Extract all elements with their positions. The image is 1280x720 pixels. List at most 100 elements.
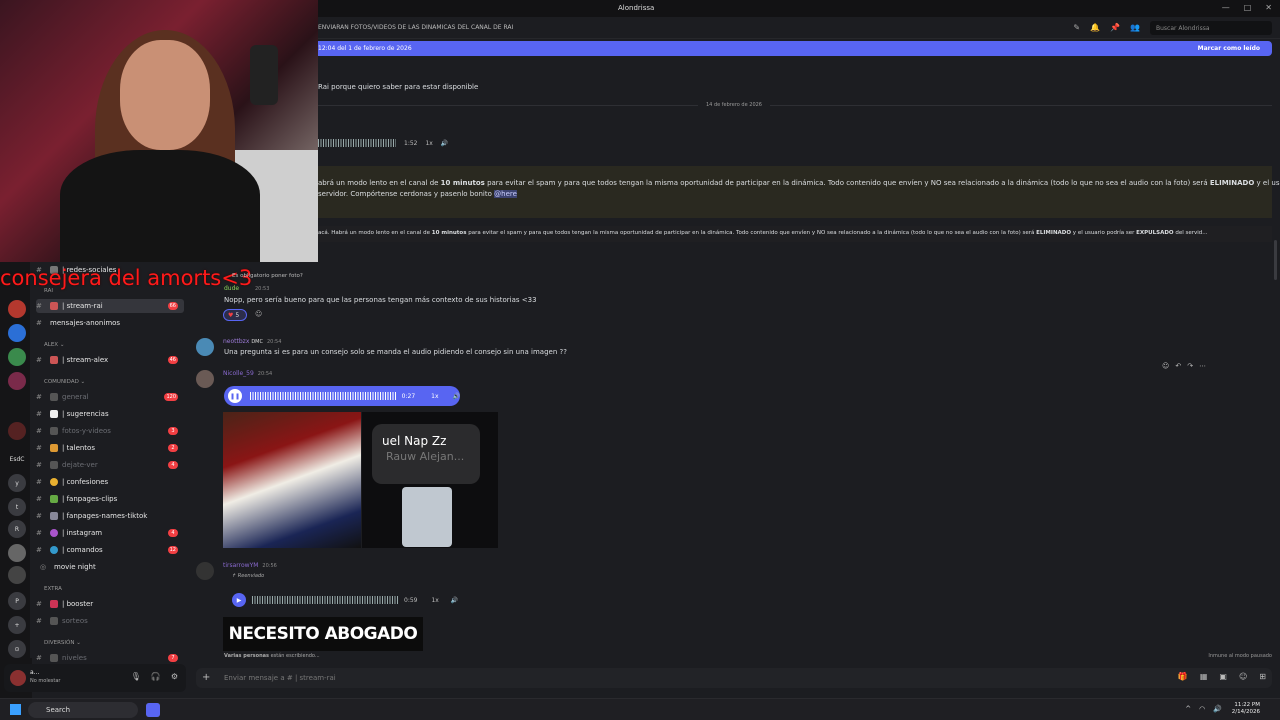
channel-mensajes-anonimos[interactable]: # mensajes-anonimos — [36, 316, 184, 330]
discord-icon[interactable] — [146, 703, 160, 717]
microphone-icon[interactable]: 🎙 — [131, 672, 141, 681]
server-label[interactable]: P — [8, 592, 26, 610]
here-mention[interactable]: @here — [494, 190, 517, 198]
search-input[interactable]: Buscar Alondrissa — [1150, 21, 1272, 35]
playback-speed-button[interactable]: 1x — [431, 597, 438, 604]
reply-icon[interactable]: ↶ — [1175, 362, 1181, 370]
user-panel: a... No molestar 🎙 🎧 ⚙ — [4, 664, 186, 692]
server-label[interactable]: t — [8, 498, 26, 516]
maximize-button[interactable]: □ — [1244, 3, 1252, 12]
audio-waveform[interactable] — [249, 392, 396, 400]
server-icon[interactable] — [8, 348, 26, 366]
gear-icon[interactable]: ⚙ — [171, 672, 178, 681]
minimize-button[interactable]: — — [1222, 3, 1230, 12]
discover-icon[interactable]: ⊙ — [8, 640, 26, 658]
volume-icon[interactable]: 🔊 — [1213, 705, 1222, 713]
pause-button[interactable]: ❚❚ — [228, 389, 242, 403]
volume-icon[interactable]: 🔊 — [453, 393, 460, 400]
channel-sugerencias[interactable]: # | sugerencias — [36, 407, 184, 421]
attach-button[interactable]: + — [202, 672, 210, 683]
channel-stream-rai[interactable]: # | stream-rai 66 — [36, 299, 184, 313]
mark-read-button[interactable]: Marcar como leído — [1198, 45, 1260, 52]
apps-icon[interactable]: ⊞ — [1259, 672, 1266, 681]
channel-fotos-y-videos[interactable]: # fotos-y-videos 3 — [36, 424, 184, 438]
channel-fanpages-names-tiktok[interactable]: # | fanpages-names-tiktok — [36, 509, 184, 523]
image-attachment-flowers[interactable] — [223, 412, 361, 548]
emoji-icon[interactable]: ☺ — [1239, 672, 1247, 681]
timestamp: 20:53 — [255, 286, 270, 292]
channel-dejate-ver[interactable]: # dejate-ver 4 — [36, 458, 184, 472]
reply-preview[interactable]: Es obligatorio poner foto? — [232, 273, 303, 279]
pin-icon[interactable]: 📌 — [1110, 23, 1120, 32]
taskbar-search[interactable]: Search — [28, 702, 138, 718]
channel-talentos[interactable]: # | talentos 2 — [36, 441, 184, 455]
heart-icon: ♥ — [228, 312, 234, 319]
image-attachment-music[interactable]: uel Nap Zz Rauw Alejan... — [362, 412, 498, 548]
channel-instagram[interactable]: # | instagram 4 — [36, 526, 184, 540]
image-attachment-meme[interactable]: NECESITO ABOGADO — [223, 617, 423, 651]
wifi-icon[interactable]: ◠ — [1199, 705, 1205, 713]
server-icon[interactable] — [8, 544, 26, 562]
gif-icon[interactable]: ▦ — [1200, 672, 1208, 681]
message-composer[interactable]: + Enviar mensaje a # | stream-rai 🎁 ▦ ▣ … — [196, 668, 1272, 688]
add-server-icon[interactable]: + — [8, 616, 26, 634]
channel-general[interactable]: # general 120 — [36, 390, 184, 404]
bell-icon[interactable]: 🔔 — [1090, 23, 1100, 32]
server-rail: EsdC y t R P + ⊙ — [0, 262, 32, 698]
composer-placeholder[interactable]: Enviar mensaje a # | stream-rai — [224, 674, 336, 682]
server-icon[interactable] — [8, 372, 26, 390]
reaction-icon[interactable]: ☺ — [1162, 362, 1169, 370]
chat-scrollbar[interactable] — [1274, 240, 1277, 280]
channel-stream-alex[interactable]: # | stream-alex 46 — [36, 353, 184, 367]
taskbar-clock[interactable]: 11:22 PM 2/14/2026 — [1232, 702, 1260, 716]
category-comunidad[interactable]: COMUNIDAD ⌄ — [44, 379, 85, 385]
volume-icon[interactable]: 🔊 — [441, 140, 448, 147]
new-messages-since: 12:04 del 1 de febrero de 2026 — [318, 45, 412, 52]
heart-reaction[interactable]: ♥ 5 — [223, 309, 247, 321]
channel-fanpages-clips[interactable]: # | fanpages-clips — [36, 492, 184, 506]
typing-indicator: Varias personas están escribiendo... — [224, 653, 320, 659]
channel-comandos[interactable]: # | comandos 12 — [36, 543, 184, 557]
avatar[interactable] — [196, 370, 214, 388]
playback-speed-button[interactable]: 1x — [431, 393, 438, 400]
avatar[interactable] — [196, 338, 214, 356]
channel-topic: ENVIARAN FOTOS/VIDEOS DE LAS DINAMICAS D… — [318, 24, 514, 31]
audio-waveform[interactable] — [318, 139, 396, 147]
username[interactable]: dude — [224, 285, 239, 292]
server-icon[interactable] — [8, 300, 26, 318]
audio-waveform[interactable] — [252, 596, 398, 604]
chevron-up-icon[interactable]: ^ — [1185, 705, 1191, 713]
playback-speed-button[interactable]: 1x — [425, 140, 432, 147]
avatar[interactable] — [10, 670, 26, 686]
user-name[interactable]: a... — [30, 669, 39, 676]
category-diversion[interactable]: DIVERSIÓN ⌄ — [44, 640, 81, 646]
more-icon[interactable]: ⋯ — [1199, 362, 1206, 370]
add-reaction-icon[interactable]: ☺ — [255, 310, 262, 318]
event-movie-night[interactable]: ◎ movie night — [40, 560, 188, 574]
category-alex[interactable]: ALEX ⌄ — [44, 342, 64, 348]
close-button[interactable]: ✕ — [1265, 3, 1272, 12]
server-label[interactable]: EsdC — [8, 450, 26, 468]
play-button[interactable]: ▶ — [232, 593, 246, 607]
server-label[interactable]: R — [8, 520, 26, 538]
sticker-icon[interactable]: ▣ — [1219, 672, 1227, 681]
members-icon[interactable]: 👥 — [1130, 23, 1140, 32]
channel-confesiones[interactable]: # | confesiones — [36, 475, 184, 489]
server-label[interactable]: y — [8, 474, 26, 492]
new-messages-bar[interactable]: 12:04 del 1 de febrero de 2026 Marcar co… — [318, 41, 1272, 56]
channel-sorteos[interactable]: # sorteos — [36, 614, 184, 628]
channel-niveles[interactable]: # niveles 7 — [36, 651, 184, 665]
server-icon[interactable] — [8, 566, 26, 584]
avatar[interactable] — [196, 562, 214, 580]
server-icon[interactable] — [8, 324, 26, 342]
windows-start-icon[interactable] — [10, 704, 21, 715]
forward-icon[interactable]: ↷ — [1187, 362, 1193, 370]
threads-icon[interactable]: ✎ — [1073, 23, 1080, 32]
audio-duration: 0:27 — [401, 392, 416, 400]
volume-icon[interactable]: 🔊 — [451, 597, 458, 604]
gift-icon[interactable]: 🎁 — [1178, 672, 1188, 681]
category-extra[interactable]: EXTRA — [44, 586, 62, 592]
channel-booster[interactable]: # | booster — [36, 597, 184, 611]
server-icon[interactable] — [8, 422, 26, 440]
headphones-icon[interactable]: 🎧 — [151, 672, 161, 681]
